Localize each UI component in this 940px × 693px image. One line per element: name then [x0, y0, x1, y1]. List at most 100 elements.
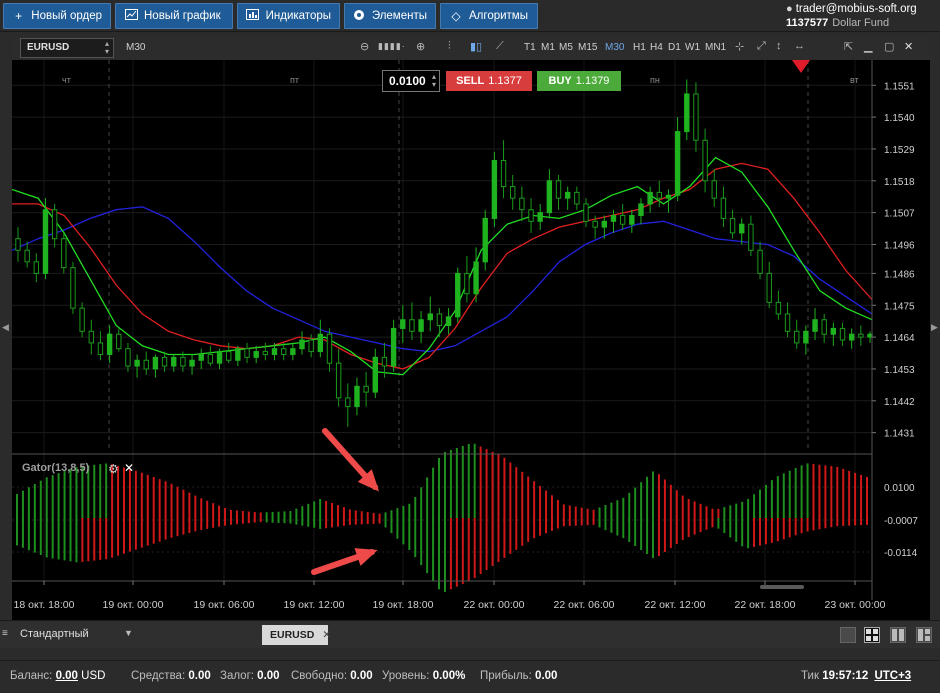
timeframe-mn1[interactable]: MN1 — [705, 42, 726, 53]
sell-label: SELL — [456, 75, 485, 87]
candle-body — [143, 359, 149, 370]
zoom-scale-icon[interactable]: ▮▮▮▮· — [378, 41, 406, 52]
gator-histogram — [16, 443, 868, 592]
workspace-tab-bar: ≡ Стандартный ▼ EURUSD ✕ — [0, 620, 940, 648]
right-collapse-strip[interactable]: ▶ — [930, 60, 940, 620]
elements-button[interactable]: Элементы — [344, 3, 436, 29]
candle-body — [821, 319, 827, 335]
account-info[interactable]: ● trader@mobius-soft.org 1137577 Dollar F… — [786, 2, 934, 30]
chart-area[interactable]: 1.1551 1.1540 1.1529 1.1518 1.1507 1.1496 1.14… — [12, 60, 930, 620]
zoom-vertical-icon[interactable]: ↕ — [776, 40, 782, 52]
candle-body — [152, 356, 159, 370]
margin-level: Уровень: 0.00% — [382, 670, 465, 682]
chevron-down-icon[interactable]: ▼ — [124, 628, 133, 638]
time-tick-label: 19 окт. 06:00 — [194, 599, 255, 611]
free-margin: Свободно: 0.00 — [291, 670, 373, 682]
collapse-right-icon[interactable]: ▶ — [931, 322, 938, 333]
zoom-horizontal-icon[interactable]: ↔ — [794, 40, 805, 52]
zoom-in-icon[interactable]: ⊕ — [416, 40, 425, 53]
close-chart-icon[interactable]: ✕ — [904, 40, 913, 53]
candle-body — [510, 186, 516, 199]
fit-icon[interactable]: ⤢ — [757, 40, 766, 53]
layout-grid-button[interactable] — [864, 627, 880, 643]
day-separators — [108, 60, 809, 450]
candle-body — [418, 319, 424, 332]
candle-body — [33, 261, 40, 274]
bar-chart-type-icon[interactable]: ⫶ — [448, 40, 451, 53]
alligator-lines — [12, 156, 873, 376]
crosshair-icon[interactable]: ⊹ — [735, 40, 744, 53]
brush-icon — [353, 9, 366, 24]
price-tick-label: 1.1518 — [884, 177, 915, 188]
layout-rows-button[interactable] — [916, 627, 932, 643]
timeframe-w1[interactable]: W1 — [685, 42, 700, 53]
maximize-icon[interactable]: ▢ — [884, 40, 894, 53]
lot-size-value: 0.0100 — [389, 74, 426, 88]
time-tick-label: 19 окт. 00:00 — [103, 599, 164, 611]
buy-price: 1.1379 — [575, 75, 610, 87]
layout-single-button[interactable] — [840, 627, 856, 643]
workspace-select[interactable]: Стандартный — [20, 628, 89, 640]
funds-value: 0.00 — [188, 670, 211, 682]
chart-tab-eurusd[interactable]: EURUSD ✕ — [262, 625, 331, 645]
candle-body — [299, 339, 305, 350]
sell-button[interactable]: SELL 1.1377 — [446, 71, 532, 91]
candle-body — [464, 272, 470, 295]
horizontal-scrollbar — [760, 585, 804, 589]
line-chart-type-icon[interactable]: ⟋ — [496, 40, 504, 53]
time-tick-label: 18 окт. 18:00 — [14, 599, 75, 611]
account-status-bar: Баланс: 0.00 USD Средства: 0.00 Залог: 0… — [0, 660, 940, 693]
price-tick-label: 1.1496 — [884, 240, 915, 251]
margin-value: 0.00 — [257, 670, 280, 682]
day-label: пт — [290, 75, 299, 85]
gator-tick-label: 0.0100 — [884, 483, 915, 494]
time-tick-label: 22 окт. 00:00 — [464, 599, 525, 611]
timeframe-m15[interactable]: M15 — [578, 42, 597, 53]
price-chart[interactable]: 1.1551 1.1540 1.1529 1.1518 1.1507 1.1496 1.14… — [12, 60, 930, 620]
new-order-button[interactable]: + Новый ордер — [3, 3, 111, 29]
candle-chart-type-icon[interactable]: ▮▯ — [470, 40, 482, 53]
gear-icon[interactable]: ⚙ — [108, 462, 119, 476]
account-number: 1137577 — [786, 17, 829, 29]
timeframe-m1[interactable]: M1 — [541, 42, 555, 53]
candle-body — [794, 330, 800, 344]
new-chart-button[interactable]: Новый график — [115, 3, 233, 29]
sell-price: 1.1377 — [488, 75, 522, 87]
algorithms-label: Алгоритмы — [469, 10, 528, 22]
minimize-icon[interactable]: ▁ — [864, 40, 872, 53]
candle-body — [601, 220, 608, 228]
candle-body — [345, 397, 351, 408]
candle-body — [574, 191, 580, 205]
indicators-button[interactable]: Индикаторы — [237, 3, 340, 29]
timeframe-h1[interactable]: H1 — [633, 42, 646, 53]
algorithms-button[interactable]: ◇ Алгоритмы — [440, 3, 538, 29]
zoom-out-icon[interactable]: ⊖ — [360, 40, 369, 53]
popout-icon[interactable]: ⇱ — [844, 40, 853, 53]
timeframe-t1[interactable]: T1 — [524, 42, 536, 53]
lot-size-input[interactable]: 0.0100 ▴ ▾ — [382, 70, 440, 92]
menu-icon[interactable]: ≡ — [2, 628, 8, 639]
timeframe-m5[interactable]: M5 — [559, 42, 573, 53]
candle-body — [638, 203, 644, 217]
candle-body — [500, 160, 507, 188]
new-order-label: Новый ордер — [31, 10, 102, 22]
funds-label: Средства: — [131, 670, 186, 682]
timezone-select[interactable]: UTC+3 — [874, 670, 911, 682]
left-collapse-strip[interactable]: ◀ — [0, 60, 12, 620]
close-tab-icon[interactable]: ✕ — [322, 629, 331, 641]
candle-body — [729, 217, 736, 234]
balance-value[interactable]: 0.00 — [56, 670, 78, 682]
timeframe-d1[interactable]: D1 — [668, 42, 681, 53]
timeframe-h4[interactable]: H4 — [650, 42, 663, 53]
symbol-select[interactable]: EURUSD ▴ ▾ — [20, 38, 114, 58]
new-chart-label: Новый график — [144, 10, 221, 22]
layout-columns-button[interactable] — [890, 627, 906, 643]
collapse-left-icon[interactable]: ◀ — [2, 322, 9, 333]
timeframe-m30[interactable]: M30 — [605, 42, 624, 53]
buy-button[interactable]: BUY 1.1379 — [537, 71, 621, 91]
indicators-label: Индикаторы — [265, 10, 331, 22]
candle-body — [803, 330, 809, 344]
candle-body — [308, 339, 314, 353]
close-icon[interactable]: ✕ — [124, 461, 134, 475]
profit-label: Прибыль: — [480, 670, 532, 682]
